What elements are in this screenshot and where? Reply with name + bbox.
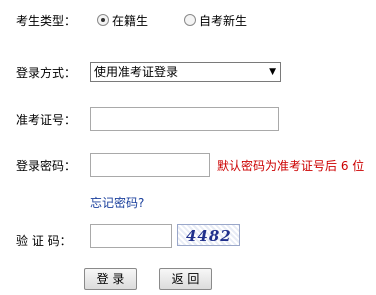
radio-new-student-label[interactable]: 自考新生	[199, 14, 247, 28]
back-button[interactable]: 返 回	[159, 268, 212, 290]
forgot-password-link[interactable]: 忘记密码?	[90, 196, 144, 210]
captcha-label: 验 证 码：	[16, 234, 72, 248]
password-label: 登录密码：	[16, 159, 77, 173]
password-hint: 默认密码为准考证号后 6 位	[217, 159, 365, 173]
radio-new-student[interactable]	[184, 14, 196, 26]
login-method-select[interactable]: 使用准考证登录 ▼	[90, 62, 281, 82]
login-method-label: 登录方式：	[16, 66, 77, 80]
password-input[interactable]	[90, 153, 210, 177]
captcha-image[interactable]: 4482	[177, 224, 240, 246]
login-method-value: 使用准考证登录	[94, 65, 179, 79]
ticket-label: 准考证号：	[16, 113, 77, 127]
captcha-input[interactable]	[90, 224, 172, 248]
login-button[interactable]: 登 录	[84, 268, 137, 290]
radio-enrolled[interactable]	[97, 14, 109, 26]
chevron-down-icon: ▼	[269, 67, 276, 77]
ticket-input[interactable]	[90, 107, 279, 131]
captcha-image-text: 4482	[186, 227, 232, 245]
type-label: 考生类型：	[16, 14, 77, 28]
radio-enrolled-label[interactable]: 在籍生	[112, 14, 148, 28]
